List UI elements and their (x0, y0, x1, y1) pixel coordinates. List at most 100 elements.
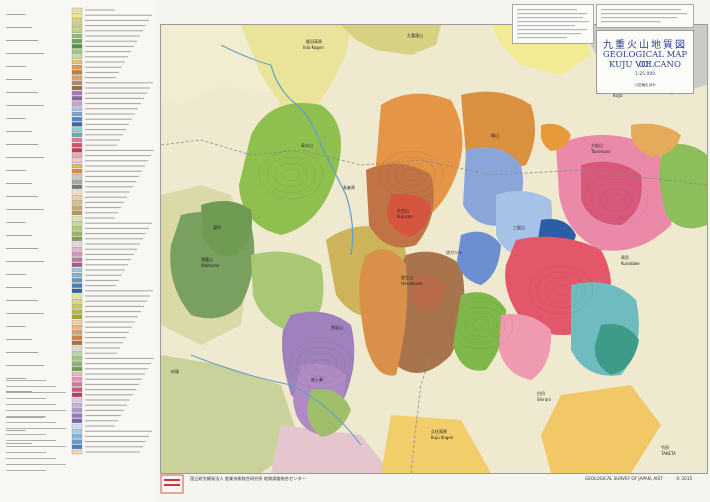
legend-text-line (85, 378, 142, 380)
legend-text-line (85, 61, 125, 63)
legend-text-line (85, 108, 138, 110)
legend-text-line (85, 363, 151, 365)
legend-bracket-line (6, 40, 38, 41)
legend-text-line (85, 35, 140, 37)
legend-swatch (71, 210, 83, 215)
legend-swatch (71, 80, 83, 85)
map-title-jp: 九重火山地質図 (603, 40, 687, 51)
legend-bracket-line (6, 183, 32, 184)
legend-swatch (71, 189, 83, 195)
note-text-lines (601, 9, 687, 23)
legend-bracket-line (6, 248, 38, 249)
legend-text-line (85, 212, 118, 214)
legend-symbol-line (6, 422, 56, 423)
legend-swatch (71, 439, 83, 444)
legend-swatch (71, 59, 83, 65)
legend-bracket-line (6, 144, 38, 145)
legend-text-line (85, 87, 150, 89)
legend-text-line (85, 207, 121, 209)
legend-swatch (71, 252, 83, 257)
place-label: 飯田高原 (306, 39, 322, 44)
legend-text-line (85, 25, 146, 27)
geological-map-sheet: 飯田高原 Iida Kogen 九重連山 大船山 Taisenzan 久住山 K… (0, 0, 710, 502)
note-text-lines (517, 9, 589, 39)
place-label: 玖珠 (171, 369, 179, 374)
legend-text-line (85, 342, 123, 344)
legend-text-line (85, 368, 148, 370)
legend-swatch (71, 387, 83, 392)
legend-text-line (85, 97, 144, 99)
legend-swatch (71, 70, 83, 75)
legend-text-line (85, 170, 142, 172)
legend-swatch (71, 65, 83, 70)
legend-swatch (71, 122, 83, 127)
legend-bracket-line (6, 339, 32, 340)
legend-swatch (71, 179, 83, 184)
place-label: Iida Kogen (303, 45, 324, 50)
legend-swatch (71, 75, 83, 80)
legend-symbol-line (6, 392, 66, 393)
legend-swatch (71, 314, 83, 319)
legend-text-line (85, 352, 117, 354)
legend-bracket-line (6, 170, 26, 171)
legend-text-line (85, 399, 130, 401)
legend-text-line (85, 134, 123, 136)
legend-text-line (85, 373, 145, 375)
legend-text-line (85, 311, 141, 313)
legend-swatch (71, 39, 83, 44)
legend-bracket-line (6, 287, 32, 288)
explanatory-note-box-1 (512, 4, 594, 44)
legend-swatch (71, 195, 83, 200)
legend-text-line (85, 118, 132, 120)
legend-text-line (85, 300, 147, 302)
place-label: 九重連山 (407, 33, 423, 38)
legend-text-line (85, 295, 150, 297)
legend-swatch (71, 111, 83, 117)
legend-swatch (71, 335, 83, 340)
legend-bracket-line (6, 66, 26, 67)
legend-text-line (85, 51, 131, 53)
agency-logo-icon (160, 474, 184, 494)
legend-swatch (71, 429, 83, 434)
legend-text-line (85, 347, 120, 349)
legend-text-line (85, 66, 122, 68)
legend-swatch (71, 330, 83, 335)
place-label: Hosshozan (401, 281, 423, 286)
map-title-en-line2: KUJU VOLCANO (609, 60, 681, 70)
place-label: 星生山 (401, 275, 413, 280)
legend-swatch (71, 273, 83, 278)
legend-swatch (71, 319, 83, 325)
legend-swatch (71, 33, 83, 39)
legend-swatch (71, 158, 83, 163)
legend-swatch (71, 288, 83, 293)
legend-text-line (85, 181, 136, 183)
legend-swatch (71, 7, 83, 13)
map-scale: 1:25,000 (634, 72, 656, 77)
legend-swatch (71, 231, 83, 236)
legend-bracket-line (6, 313, 44, 314)
footer-year: © 2015 (676, 476, 693, 481)
legend-column (6, 7, 154, 471)
legend-swatch (71, 221, 83, 226)
legend-swatch (71, 366, 83, 371)
legend-text-line (85, 71, 119, 73)
legend-swatch (71, 101, 83, 106)
legend-swatch (71, 148, 83, 153)
legend-swatch (71, 382, 83, 387)
legend-text-line (85, 264, 128, 266)
legend-swatch (71, 408, 83, 413)
legend-text-line (85, 269, 125, 271)
legend-swatch (71, 340, 83, 345)
legend-text-line (85, 290, 153, 292)
legend-swatch (71, 226, 83, 231)
legend-swatch (71, 106, 83, 111)
title-block: 九重火山地質図 GEOLOGICAL MAP OF KUJU VOLCANO 1… (596, 30, 694, 94)
legend-swatch (71, 423, 83, 429)
legend-symbol-line (6, 434, 46, 435)
place-label: Waitasan (201, 263, 220, 268)
legend-swatch (71, 413, 83, 418)
place-label: Shirani (537, 397, 551, 402)
explanatory-note-box-2 (596, 4, 694, 28)
place-label: 黒岳 (621, 255, 629, 260)
legend-text-line (85, 196, 127, 198)
